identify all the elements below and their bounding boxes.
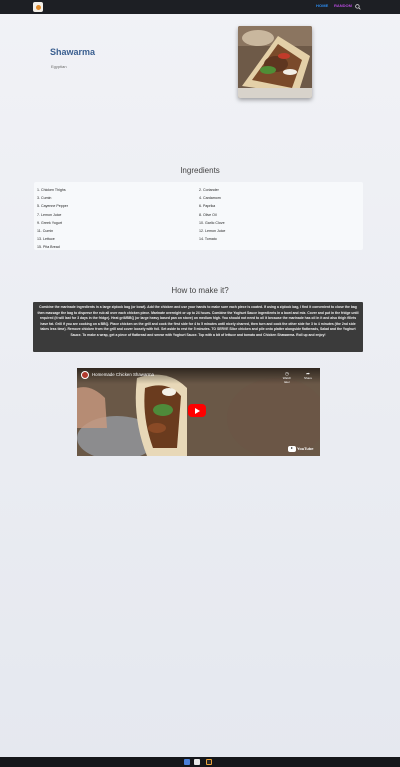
meal-area: Egyptian [51,64,67,69]
nav-home-link[interactable]: HOME [316,3,328,8]
search-icon[interactable] [355,4,361,10]
ingredient-item: 10. Garlic Clove [199,220,225,225]
ingredients-list: 1. Chicken Thighs 3. Cumin 5. Cayenne Pe… [34,182,363,250]
ingredient-item: 1. Chicken Thighs [37,188,66,192]
youtube-icon [288,445,296,452]
meal-logo-icon[interactable] [33,2,43,12]
video-title[interactable]: Homemade Chicken Shawarma [92,372,154,377]
taskbar-app-icon[interactable] [184,759,190,765]
ingredient-item: 4. Cardamom [199,196,221,201]
youtube-brand: YouTube [297,446,314,451]
instructions-text: Combine the marinade ingredients in a la… [33,302,363,352]
instructions-heading: How to make it? [171,286,229,295]
ingredient-item: 8. Olive Oil [199,212,217,217]
ingredient-item: 15. Pita Bread [37,245,60,250]
channel-avatar[interactable] [81,371,89,379]
ingredients-column-left: 1. Chicken Thighs 3. Cumin 5. Cayenne Pe… [37,186,68,252]
play-button[interactable] [188,404,206,417]
share-label: Share [303,376,312,380]
ingredient-item: 11. Cumin [37,229,54,234]
ingredient-item: 13. Lettuce [37,237,55,242]
meal-photo [238,26,312,98]
ingredient-item: 9. Greek Yogurt [37,220,62,225]
taskbar [0,757,400,767]
taskbar-app-icon[interactable] [206,759,212,765]
ingredient-item: 5. Cayenne Pepper [37,204,68,209]
watch-later-button[interactable]: ◷ Watch later [280,371,294,384]
nav-random-link[interactable]: RANDOM [334,3,352,8]
watch-later-label: Watch later [282,376,292,384]
taskbar-app-icon[interactable] [194,759,200,765]
play-icon [195,407,200,414]
ingredient-item: 14. Tomato [199,237,217,242]
youtube-logo[interactable]: YouTube [288,445,314,452]
ingredient-item: 7. Lemon Juice [37,212,62,217]
ingredient-item: 12. Lemon Juice [199,229,226,234]
ingredients-heading: Ingredients [180,166,220,175]
ingredients-column-right: 2. Coriander 4. Cardamom 6. Paprika 8. O… [199,186,225,243]
meal-title: Shawarma [50,47,96,57]
top-navbar: HOME RANDOM [0,0,400,14]
ingredient-item: 2. Coriander [199,188,219,192]
share-button[interactable]: ➦ Share [301,371,315,380]
ingredient-item: 3. Cumin [37,196,52,201]
ingredient-item: 6. Paprika [199,204,216,209]
video-embed[interactable]: Homemade Chicken Shawarma ◷ Watch later … [77,368,320,456]
